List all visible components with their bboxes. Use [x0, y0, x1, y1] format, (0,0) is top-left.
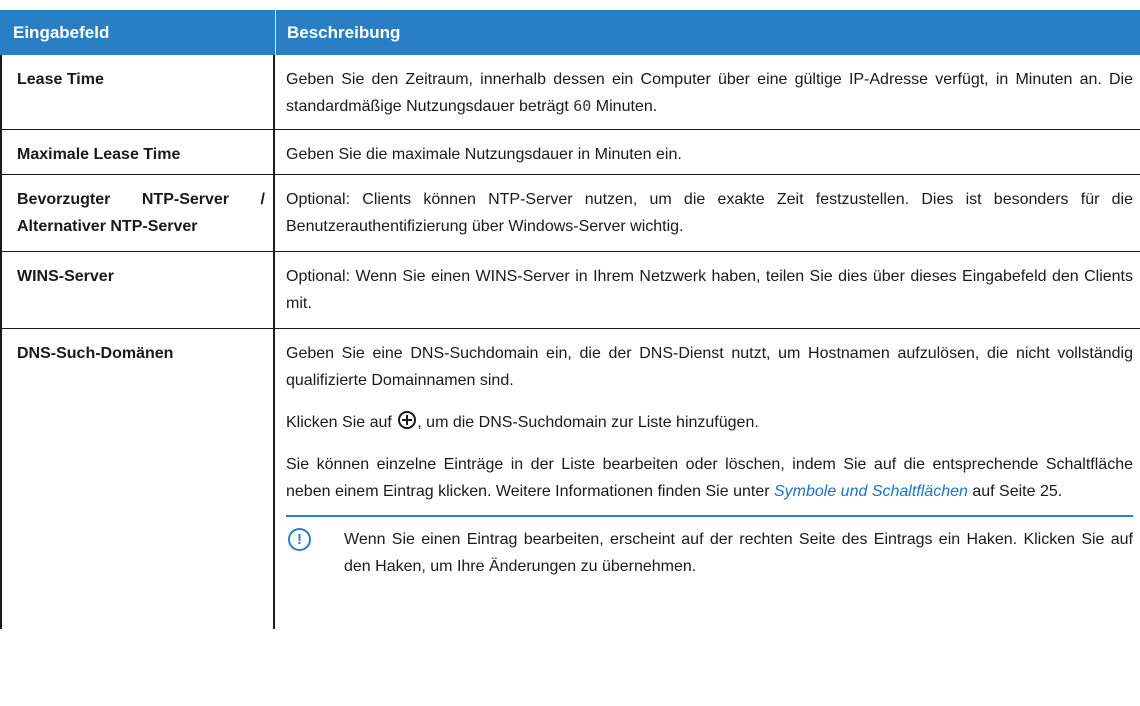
- table-row: Bevorzugter NTP-Server / Alternativer NT…: [0, 175, 1140, 252]
- note-text: Wenn Sie einen Eintrag bearbeiten, ersch…: [344, 531, 1133, 575]
- description-paragraph: Klicken Sie auf , um die DNS-Suchdomain …: [286, 409, 1133, 436]
- table-row: WINS-Server Optional: Wenn Sie einen WIN…: [0, 252, 1140, 329]
- field-name: Lease Time: [0, 55, 275, 129]
- field-description: Optional: Wenn Sie einen WINS-Server in …: [286, 268, 1133, 312]
- default-value: 60: [573, 97, 592, 115]
- field-name: WINS-Server: [0, 252, 275, 328]
- table-row: DNS-Such-Domänen Geben Sie eine DNS-Such…: [0, 329, 1140, 629]
- field-description: Geben Sie die maximale Nutzungsdauer in …: [286, 146, 682, 163]
- field-name-line: Bevorzugter NTP-Server /: [17, 191, 265, 208]
- table-row: Lease Time Geben Sie den Zeitraum, inner…: [0, 55, 1140, 130]
- description-paragraph: Sie können einzelne Einträge in der List…: [286, 451, 1133, 505]
- table-row: Maximale Lease Time Geben Sie die maxima…: [0, 130, 1140, 175]
- field-description: Geben Sie den Zeitraum, innerhalb dessen…: [275, 55, 1140, 129]
- description-text: Klicken Sie auf: [286, 414, 397, 431]
- info-exclamation-icon: !: [288, 528, 311, 551]
- link-symbole-und-schaltflaechen[interactable]: Symbole und Schaltflächen: [774, 483, 968, 500]
- table-header: Eingabefeld Beschreibung: [0, 10, 1140, 55]
- description-text: Geben Sie den Zeitraum, innerhalb dessen…: [286, 71, 1133, 115]
- plus-circle-icon: [398, 411, 417, 429]
- description-text: auf Seite 25.: [967, 483, 1063, 500]
- description-paragraph: Geben Sie eine DNS-Suchdomain ein, die d…: [286, 345, 1133, 389]
- field-description: Optional: Clients können NTP-Server nutz…: [286, 191, 1133, 235]
- description-text: , um die DNS-Suchdomain zur Liste hinzuf…: [417, 414, 759, 431]
- description-text: Minuten.: [591, 98, 658, 115]
- parameter-table: Eingabefeld Beschreibung Lease Time Gebe…: [0, 10, 1140, 629]
- note-box: ! Wenn Sie einen Eintrag bearbeiten, ers…: [286, 515, 1133, 580]
- field-name: DNS-Such-Domänen: [0, 329, 275, 629]
- field-name: Maximale Lease Time: [0, 130, 275, 174]
- field-name-line: Alternativer NTP-Server: [17, 218, 198, 235]
- header-beschreibung: Beschreibung: [287, 23, 401, 42]
- field-name: Bevorzugter NTP-Server / Alternativer NT…: [0, 175, 275, 251]
- note-icon-cell: !: [286, 526, 344, 580]
- field-description: Geben Sie eine DNS-Suchdomain ein, die d…: [275, 329, 1140, 629]
- header-eingabefeld: Eingabefeld: [3, 10, 276, 55]
